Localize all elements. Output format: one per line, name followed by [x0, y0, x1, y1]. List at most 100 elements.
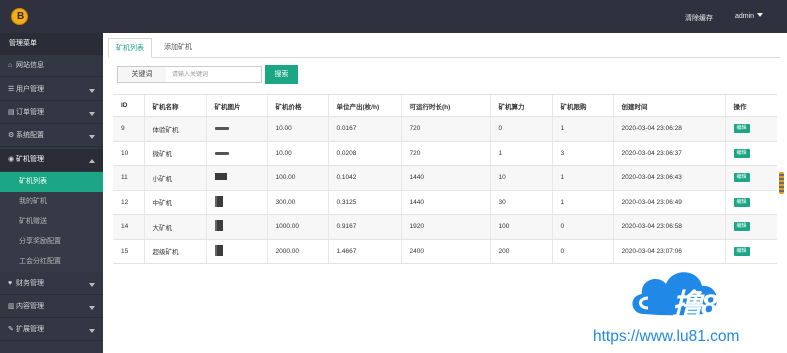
column-header[interactable]: 矿机限购 [551, 94, 613, 117]
cell-power: 1 [489, 141, 552, 166]
column-header[interactable]: 操作 [724, 94, 777, 117]
cell-created: 2020-03-04 23:06:28 [612, 116, 725, 142]
sidebar-item-site-info[interactable]: ⌂ 网站信息 [0, 55, 103, 77]
table-row: 12 中矿机 300.00 0.3125 1440 30 1 2020-03-0… [113, 190, 777, 215]
sidebar-subitem-miner-list[interactable]: 矿机列表 [0, 172, 103, 192]
column-header[interactable]: 矿机名称 [143, 94, 206, 117]
watermark-url: https://www.lu81.com [593, 328, 740, 345]
cell-hours: 720 [400, 116, 490, 142]
cell-price: 100.00 [266, 165, 328, 191]
chevron-down-icon [89, 329, 95, 333]
cell-price: 10.00 [266, 116, 328, 142]
sidebar: 管理菜单 ⌂ 网站信息 ☰ 用户管理 ▤订单管理 ⚙ 系统配置 ◉ 矿机管理 矿机列表 … [0, 33, 103, 353]
cell-created: 2020-03-04 23:06:37 [612, 141, 725, 166]
cell-id: 9 [113, 116, 144, 142]
chevron-up-icon [89, 159, 95, 163]
sidebar-title: 管理菜单 [0, 33, 103, 55]
sidebar-item-extensions[interactable]: ✎ 扩展管理 [0, 319, 103, 341]
sidebar-subitem-my-miners[interactable]: 我的矿机 [0, 192, 103, 212]
sidebar-item-users[interactable]: ☰ 用户管理 [0, 79, 103, 101]
edit-button[interactable]: 编辑 [733, 124, 750, 134]
miner-image [214, 151, 229, 155]
cell-limit: 1 [551, 165, 613, 191]
column-header[interactable]: 创建时间 [612, 94, 725, 117]
sidebar-item-content[interactable]: ▥内容管理 [0, 296, 103, 318]
extension-icon: ✎ [8, 326, 14, 333]
cell-id: 15 [113, 239, 144, 264]
column-header[interactable]: 可运行时长(h) [400, 94, 490, 117]
cell-created: 2020-03-04 23:06:58 [612, 214, 725, 240]
edit-button[interactable]: 编辑 [733, 246, 750, 256]
table-header-row: ID 矿机名称 矿机图片 矿机价格 单位产出(枚/h) 可运行时长(h) 矿机算… [113, 94, 777, 117]
cell-image [205, 239, 267, 264]
chevron-down-icon [89, 135, 95, 139]
chevron-down-icon [89, 89, 95, 93]
clear-cache-link[interactable]: 清除缓存 [685, 13, 713, 23]
cell-hours: 1920 [400, 214, 490, 240]
cell-action: 编辑 [724, 141, 777, 166]
miner-image [214, 195, 223, 207]
order-icon: ▤ [8, 109, 15, 116]
cell-name: 小矿机 [143, 165, 206, 191]
sidebar-subitem-miner-gift[interactable]: 矿机赠送 [0, 212, 103, 232]
chevron-down-icon [89, 306, 95, 310]
column-header[interactable]: 矿机价格 [266, 94, 328, 117]
cell-created: 2020-03-04 23:06:43 [612, 165, 725, 191]
sidebar-item-label: 财务管理 [16, 280, 44, 287]
cell-created: 2020-03-04 23:07:06 [612, 239, 725, 264]
cell-price: 300.00 [266, 190, 328, 215]
sidebar-item-label: 矿机管理 [16, 156, 44, 163]
edit-button[interactable]: 编辑 [733, 222, 750, 232]
sidebar-item-orders[interactable]: ▤订单管理 [0, 102, 103, 124]
sidebar-item-label: 用户管理 [16, 86, 44, 93]
cell-id: 12 [113, 190, 144, 215]
scrollbar-grip[interactable] [779, 172, 784, 194]
table-row: 10 微矿机 10.00 0.0208 720 1 3 2020-03-04 2… [113, 141, 777, 166]
sidebar-subitem-union-dividend[interactable]: 工会分红配置 [0, 252, 103, 272]
cell-limit: 3 [551, 141, 613, 166]
sidebar-item-label: 内容管理 [16, 303, 44, 310]
miner-image [214, 127, 229, 131]
sidebar-subitem-share-reward[interactable]: 分享奖励配置 [0, 232, 103, 252]
sidebar-item-system[interactable]: ⚙ 系统配置 [0, 125, 103, 147]
sidebar-item-label: 系统配置 [16, 132, 44, 139]
search-button[interactable]: 搜索 [265, 65, 298, 84]
tab-miner-list[interactable]: 矿机列表 [108, 38, 152, 58]
edit-button[interactable]: 编辑 [733, 148, 750, 158]
search-input[interactable] [166, 66, 262, 83]
cell-hours: 2400 [400, 239, 490, 264]
cell-image [205, 214, 267, 240]
cell-output: 0.0167 [327, 116, 401, 142]
cell-price: 2000.00 [266, 239, 328, 264]
sidebar-item-finance[interactable]: ♥ 财务管理 [0, 273, 103, 295]
bitcoin-logo-icon[interactable]: B [11, 8, 28, 25]
sidebar-item-miners[interactable]: ◉ 矿机管理 [0, 149, 103, 171]
column-header[interactable]: 矿机算力 [489, 94, 552, 117]
tab-bar: 矿机列表 添加矿机 [108, 38, 780, 58]
column-header[interactable]: 矿机图片 [205, 94, 267, 117]
admin-menu[interactable]: admin [735, 13, 764, 20]
miner-icon: ◉ [8, 156, 15, 163]
sidebar-item-label: 订单管理 [16, 109, 44, 116]
cell-action: 编辑 [724, 116, 777, 142]
edit-button[interactable]: 编辑 [733, 173, 750, 183]
keyword-label: 关键词 [117, 66, 167, 83]
cell-action: 编辑 [724, 214, 777, 240]
home-icon: ⌂ [8, 62, 13, 69]
column-header[interactable]: 单位产出(枚/h) [327, 94, 401, 117]
cell-power: 30 [489, 190, 552, 215]
content-icon: ▥ [8, 303, 15, 310]
cell-image [205, 190, 267, 215]
cell-output: 0.0208 [327, 141, 401, 166]
miner-image [214, 220, 223, 232]
cell-action: 编辑 [724, 239, 777, 264]
column-header[interactable]: ID [113, 94, 144, 117]
edit-button[interactable]: 编辑 [733, 197, 750, 207]
cell-price: 10.00 [266, 141, 328, 166]
cell-power: 200 [489, 239, 552, 264]
tab-add-miner[interactable]: 添加矿机 [157, 38, 199, 58]
cell-name: 微矿机 [143, 141, 206, 166]
top-bar: B 清除缓存 admin [0, 0, 787, 33]
cell-limit: 0 [551, 239, 613, 264]
cell-action: 编辑 [724, 165, 777, 191]
